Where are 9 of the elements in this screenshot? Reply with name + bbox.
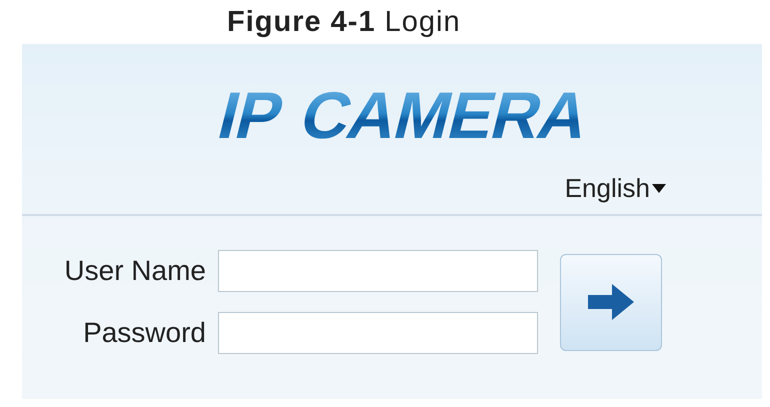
language-dropdown[interactable]: English — [564, 173, 666, 204]
field-label: User Name — [63, 255, 206, 287]
login-button[interactable] — [560, 254, 662, 350]
arrow-icon — [588, 284, 634, 320]
input-field[interactable] — [218, 312, 538, 354]
figure-caption: Figure 4-1 Login — [227, 6, 461, 40]
input-field[interactable] — [218, 250, 538, 292]
field-label: Password — [82, 317, 206, 349]
caret-icon — [652, 184, 666, 193]
